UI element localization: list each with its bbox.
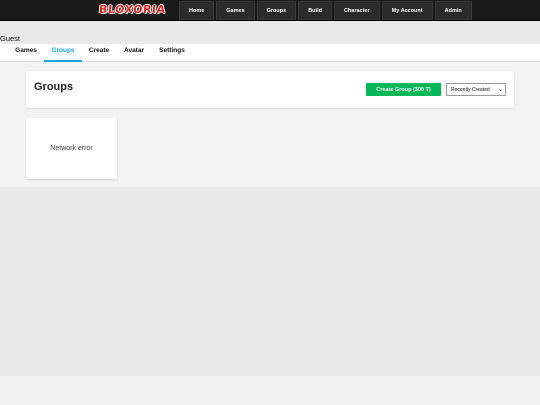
footer — [0, 376, 540, 405]
top-nav: Home Games Groups Build Character My Acc… — [179, 1, 472, 20]
nav-admin[interactable]: Admin — [434, 1, 472, 20]
sort-select-value: Recently Created — [451, 86, 490, 93]
nav-games[interactable]: Games — [216, 1, 255, 20]
sort-select[interactable]: Recently Created ⌄ — [446, 83, 506, 96]
tab-groups[interactable]: Groups — [44, 44, 82, 62]
nav-my-account[interactable]: My Account — [381, 1, 433, 20]
nav-build[interactable]: Build — [298, 1, 332, 20]
tab-create[interactable]: Create — [82, 44, 116, 62]
error-message: Network error — [50, 145, 93, 152]
groups-header-card: Groups Create Group (300 T) Recently Cre… — [26, 71, 514, 108]
nav-character[interactable]: Character — [333, 1, 380, 20]
nav-groups[interactable]: Groups — [256, 1, 297, 20]
chevron-down-icon: ⌄ — [497, 87, 503, 93]
page-title: Groups — [34, 81, 74, 93]
logo[interactable]: BLOXORIA — [98, 3, 166, 17]
create-group-button[interactable]: Create Group (300 T) — [366, 83, 441, 96]
nav-home[interactable]: Home — [179, 1, 215, 20]
tab-settings[interactable]: Settings — [152, 44, 192, 62]
top-bar: BLOXORIA Home Games Groups Build Charact… — [0, 0, 540, 21]
sub-nav: Games Groups Create Avatar Settings — [0, 44, 540, 62]
tab-games[interactable]: Games — [8, 44, 44, 62]
username-label: Guest — [0, 34, 21, 43]
group-result-card: Network error — [26, 118, 117, 179]
tab-avatar[interactable]: Avatar — [116, 44, 152, 62]
